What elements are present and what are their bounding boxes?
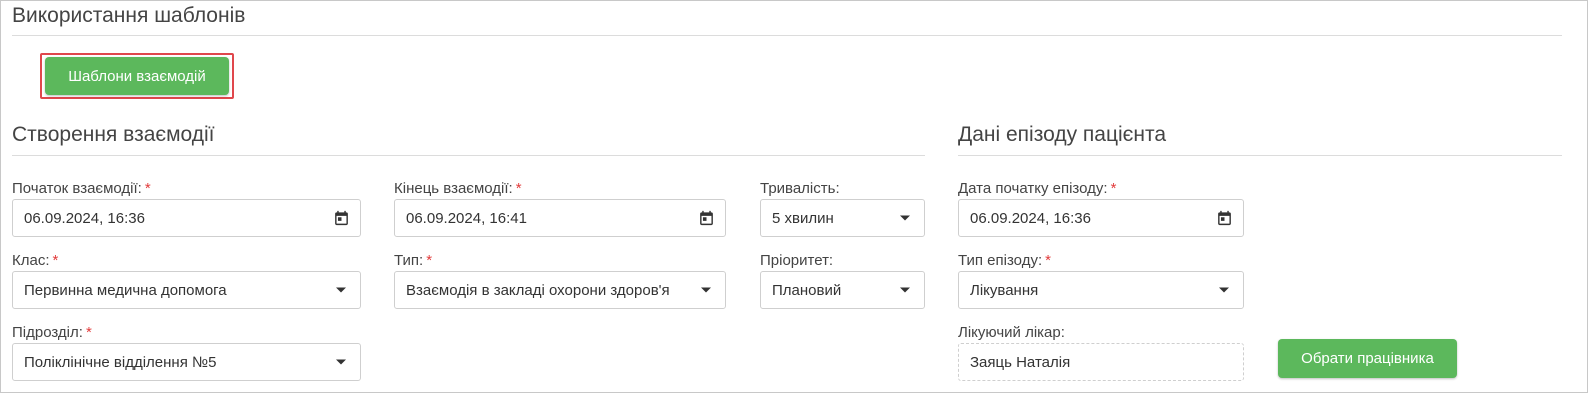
interaction-templates-button[interactable]: Шаблони взаємодій	[45, 57, 229, 95]
choose-employee-button[interactable]: Обрати працівника	[1278, 339, 1457, 378]
type-label: Тип: *	[394, 252, 433, 269]
doctor-label: Лікуючий лікар:	[958, 324, 1065, 341]
priority-label: Пріоритет:	[760, 252, 834, 269]
end-datetime-input[interactable]: 06.09.2024, 16:41	[394, 199, 726, 237]
episode-type-label: Тип епізоду: *	[958, 252, 1051, 269]
caret-down-icon	[701, 287, 711, 293]
duration-label: Тривалість:	[760, 180, 840, 197]
calendar-icon[interactable]	[698, 210, 715, 227]
end-label: Кінець взаємодії: *	[394, 180, 522, 197]
episode-divider	[958, 155, 1562, 156]
end-datetime-value: 06.09.2024, 16:41	[406, 209, 527, 227]
class-select[interactable]: Первинна медична допомога	[12, 271, 361, 309]
caret-down-icon	[900, 215, 910, 221]
calendar-icon[interactable]	[1216, 210, 1233, 227]
episode-section-title: Дані епізоду пацієнта	[958, 123, 1167, 146]
doctor-value: Заяць Наталія	[970, 353, 1071, 371]
priority-value: Плановий	[772, 281, 842, 299]
calendar-icon[interactable]	[333, 210, 350, 227]
type-select[interactable]: Взаємодія в закладі охорони здоров'я	[394, 271, 726, 309]
duration-select[interactable]: 5 хвилин	[760, 199, 925, 237]
required-mark: *	[515, 180, 522, 197]
priority-select[interactable]: Плановий	[760, 271, 925, 309]
start-label: Початок взаємодії: *	[12, 180, 151, 197]
start-datetime-value: 06.09.2024, 16:36	[24, 209, 145, 227]
caret-down-icon	[1219, 287, 1229, 293]
required-mark: *	[85, 324, 92, 341]
required-mark: *	[1045, 252, 1051, 269]
caret-down-icon	[336, 359, 346, 365]
required-mark: *	[52, 252, 59, 269]
start-datetime-input[interactable]: 06.09.2024, 16:36	[12, 199, 361, 237]
episode-type-value: Лікування	[970, 281, 1039, 299]
page-title: Використання шаблонів	[12, 4, 246, 27]
duration-value: 5 хвилин	[772, 209, 834, 227]
caret-down-icon	[900, 287, 910, 293]
episode-start-value: 06.09.2024, 16:36	[970, 209, 1091, 227]
title-divider	[12, 35, 1562, 36]
division-label: Підрозділ: *	[12, 324, 92, 341]
required-mark: *	[144, 180, 151, 197]
episode-type-select[interactable]: Лікування	[958, 271, 1244, 309]
division-select[interactable]: Поліклінічне відділення №5	[12, 343, 361, 381]
interaction-divider	[12, 155, 925, 156]
required-mark: *	[426, 252, 433, 269]
class-value: Первинна медична допомога	[24, 281, 227, 299]
episode-start-label: Дата початку епізоду: *	[958, 180, 1117, 197]
division-value: Поліклінічне відділення №5	[24, 353, 217, 371]
required-mark: *	[1110, 180, 1117, 197]
type-value: Взаємодія в закладі охорони здоров'я	[406, 281, 670, 299]
doctor-field: Заяць Наталія	[958, 343, 1244, 381]
interaction-section-title: Створення взаємодії	[12, 123, 215, 146]
class-label: Клас: *	[12, 252, 59, 269]
caret-down-icon	[336, 287, 346, 293]
episode-start-input[interactable]: 06.09.2024, 16:36	[958, 199, 1244, 237]
